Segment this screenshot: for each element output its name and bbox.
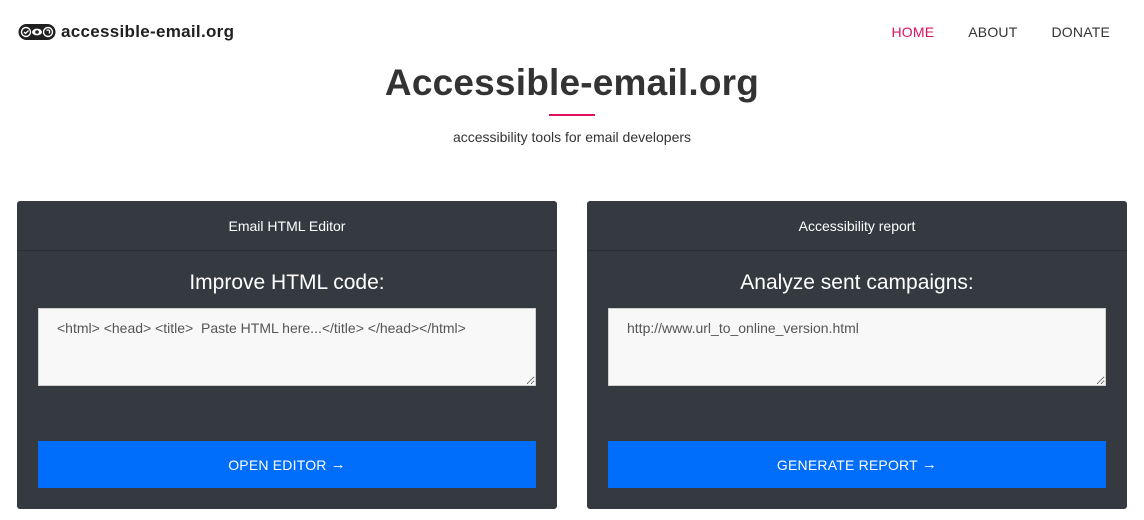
brand-name: accessible-email.org xyxy=(61,22,235,41)
page-subtitle: accessibility tools for email developers xyxy=(452,129,692,145)
open-editor-label: OPEN EDITOR xyxy=(228,456,327,473)
page-title: Accessible-email.org xyxy=(384,62,760,103)
open-editor-button[interactable]: OPEN EDITOR → xyxy=(38,441,536,488)
campaign-url-textarea[interactable] xyxy=(608,308,1106,386)
arrow-right-icon: → xyxy=(921,456,938,473)
card-header: Email HTML Editor xyxy=(17,201,557,251)
generate-report-button[interactable]: GENERATE REPORT → xyxy=(608,441,1106,488)
generate-report-label: GENERATE REPORT xyxy=(776,456,918,473)
brand-logo-icon xyxy=(18,24,56,40)
nav-donate[interactable]: DONATE xyxy=(1052,24,1111,40)
card-heading: Analyze sent campaigns: xyxy=(740,271,974,294)
card-heading: Improve HTML code: xyxy=(189,271,385,294)
brand-link[interactable]: accessible-email.org xyxy=(18,22,234,42)
accessibility-report-card: Accessibility report Analyze sent campai… xyxy=(587,201,1127,509)
main-nav: HOME ABOUT DONATE xyxy=(857,24,1110,40)
title-divider xyxy=(549,114,595,116)
nav-home[interactable]: HOME xyxy=(891,24,934,40)
nav-about[interactable]: ABOUT xyxy=(968,24,1017,40)
html-editor-card: Email HTML Editor Improve HTML code: OPE… xyxy=(17,201,557,509)
html-code-textarea[interactable] xyxy=(38,308,536,386)
card-header: Accessibility report xyxy=(587,201,1127,251)
top-navbar: accessible-email.org HOME ABOUT DONATE xyxy=(0,0,1144,64)
arrow-right-icon: → xyxy=(330,456,346,473)
